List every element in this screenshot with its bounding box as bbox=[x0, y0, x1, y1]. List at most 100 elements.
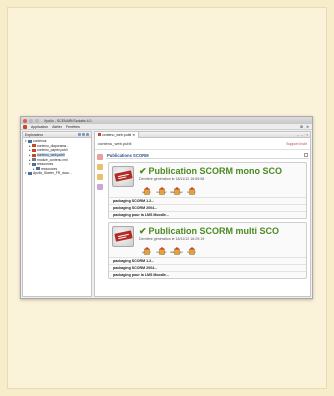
file-header: contenu_web.publi Support Inolir bbox=[95, 138, 310, 150]
editor-panel: contenu_web.publi ✕ ←→ · ▿ contenu_web.p… bbox=[94, 131, 311, 297]
folder-icon bbox=[28, 171, 32, 175]
close-icon[interactable]: ✕ bbox=[306, 125, 309, 129]
folder-icon bbox=[28, 139, 32, 143]
tree-item-label: contenu_diaporama... bbox=[37, 143, 69, 148]
package-label: packaging SCORM 1.2... bbox=[113, 259, 155, 263]
support-link[interactable]: Support Inolir bbox=[286, 142, 307, 146]
action-2[interactable]: télécharger bbox=[170, 182, 183, 195]
package-row[interactable]: packaging pour la LMS Moodle... bbox=[109, 271, 306, 278]
explorer-toolbar bbox=[78, 133, 91, 136]
package-row[interactable]: packaging SCORM 2004... bbox=[109, 264, 306, 271]
maximize-window-icon[interactable] bbox=[35, 118, 39, 123]
action-icon bbox=[188, 242, 195, 255]
folder-icon bbox=[32, 144, 36, 148]
action-1[interactable]: consulter bbox=[156, 182, 167, 195]
package-row[interactable]: packaging SCORM 1.2... bbox=[109, 197, 306, 204]
tree-item-label: Apollo_Starter_FR_docu... bbox=[33, 171, 72, 176]
check-icon: ✔ bbox=[139, 226, 147, 236]
card-title: ✔ Publication SCORM multi SCO bbox=[139, 226, 279, 237]
app-logo-icon bbox=[23, 124, 27, 129]
package-label: packaging SCORM 2004... bbox=[113, 206, 158, 210]
card-title-text: Publication SCORM mono SCO bbox=[148, 166, 283, 176]
publication-file-icon bbox=[98, 133, 101, 136]
tab-contenu-web[interactable]: contenu_web.publi ✕ bbox=[95, 131, 140, 138]
publications-area: Publications SCORM ✔ Publication SCORM mo… bbox=[106, 152, 309, 296]
action-3[interactable]: installer bbox=[186, 182, 197, 195]
settings-tool-icon[interactable] bbox=[96, 184, 103, 190]
action-icon bbox=[158, 182, 165, 195]
left-toolstrip bbox=[96, 152, 103, 296]
publication-tool-icon[interactable] bbox=[96, 154, 103, 160]
collapse-section-icon[interactable] bbox=[304, 153, 308, 157]
tree-item-label: ressources bbox=[41, 166, 58, 171]
menu-fenetres[interactable]: Fenêtres bbox=[66, 125, 80, 129]
minimize-window-icon[interactable] bbox=[29, 118, 33, 123]
publication-card: ✔ Publication SCORM mono SCO Dernière géné… bbox=[108, 162, 307, 219]
tree-item[interactable]: ▾ Apollo_Starter_FR_docu... bbox=[25, 171, 91, 176]
close-window-icon[interactable] bbox=[23, 118, 27, 123]
workbench: Explorateur ▾ contenus ▸ contenu_diaporama.… bbox=[21, 130, 312, 298]
package-label: packaging pour la LMS Moodle... bbox=[113, 273, 169, 277]
card-title-text: Publication SCORM multi SCO bbox=[148, 226, 280, 236]
last-generation: Dernière génération le 18/11/12 16:59:08 bbox=[139, 177, 205, 181]
menu-application[interactable]: Application bbox=[31, 125, 48, 129]
layout-icon[interactable]: ⊞ bbox=[300, 125, 303, 129]
card-header: ✔ Publication SCORM multi SCO Dernière gén… bbox=[109, 223, 306, 257]
explorer-panel: Explorateur ▾ contenus ▸ contenu_diaporama.… bbox=[22, 131, 92, 297]
app-window: Xpollo - SCENARI/Scolatis 4.0 Applicatio… bbox=[20, 116, 313, 299]
tree-item-label: contenu_papier.publi bbox=[37, 148, 68, 153]
tree-item-label: ressources bbox=[37, 162, 54, 167]
tree-item-label: module_contenu.xml bbox=[37, 157, 68, 162]
action-icon bbox=[143, 182, 150, 195]
card-actions: générer consultertéléchargerinstaller bbox=[141, 242, 197, 255]
action-2[interactable]: télécharger bbox=[170, 242, 183, 255]
tree-item-label: contenu_web.publi bbox=[37, 153, 65, 158]
tab-label: contenu_web.publi bbox=[102, 132, 132, 137]
package-label: packaging SCORM 1.2... bbox=[113, 199, 155, 203]
tab-close-icon[interactable]: ✕ bbox=[132, 133, 135, 137]
editor-content: Publications SCORM ✔ Publication SCORM mo… bbox=[95, 151, 310, 296]
scorm-logo bbox=[112, 166, 134, 187]
scorm-logo bbox=[112, 226, 134, 247]
package-row[interactable]: packaging pour la LMS Moodle... bbox=[109, 211, 306, 218]
collapse-icon[interactable] bbox=[82, 133, 85, 136]
card-header: ✔ Publication SCORM mono SCO Dernière géné… bbox=[109, 163, 306, 197]
explorer-tree: ▾ contenus ▸ contenu_diaporama... ▸ contenu_p… bbox=[23, 138, 91, 176]
check-icon: ✔ bbox=[139, 166, 147, 176]
publications-header: Publications SCORM bbox=[106, 152, 309, 159]
explorer-title: Explorateur bbox=[25, 132, 43, 137]
tree-item-label: contenus bbox=[33, 139, 47, 144]
folder-icon bbox=[32, 158, 36, 162]
sync-icon[interactable] bbox=[78, 133, 81, 136]
action-icon bbox=[188, 182, 195, 195]
action-0[interactable]: générer bbox=[141, 242, 152, 255]
package-row[interactable]: packaging SCORM 1.2... bbox=[109, 257, 306, 264]
publication-card: ✔ Publication SCORM multi SCO Dernière gén… bbox=[108, 222, 307, 279]
package-label: packaging SCORM 2004... bbox=[113, 266, 158, 270]
menu-right-tools: ⊞ ✕ bbox=[300, 125, 312, 129]
card-actions: générer consultertéléchargerinstaller bbox=[141, 182, 197, 195]
window-title: Xpollo - SCENARI/Scolatis 4.0 bbox=[44, 118, 92, 123]
document-tool-icon[interactable] bbox=[96, 174, 103, 180]
folder-icon bbox=[32, 162, 36, 166]
folder-icon bbox=[32, 153, 36, 157]
action-icon bbox=[173, 242, 180, 255]
publications-title: Publications SCORM bbox=[107, 152, 149, 158]
package-label: packaging pour la LMS Moodle... bbox=[113, 213, 169, 217]
action-1[interactable]: consulter bbox=[156, 242, 167, 255]
menu-atelier[interactable]: Atelier bbox=[52, 125, 62, 129]
history-nav[interactable]: ←→ · ▿ bbox=[297, 133, 310, 137]
properties-tool-icon[interactable] bbox=[96, 164, 103, 170]
action-icon bbox=[173, 182, 180, 195]
publication-cards: ✔ Publication SCORM mono SCO Dernière géné… bbox=[106, 162, 309, 279]
folder-icon bbox=[36, 167, 40, 171]
filter-icon[interactable] bbox=[86, 133, 89, 136]
action-icon bbox=[158, 242, 165, 255]
package-row[interactable]: packaging SCORM 2004... bbox=[109, 204, 306, 211]
action-3[interactable]: installer bbox=[186, 242, 197, 255]
last-generation: Dernière génération le 18/11/12 16:29:19 bbox=[139, 237, 205, 241]
action-0[interactable]: générer bbox=[141, 182, 152, 195]
card-title: ✔ Publication SCORM mono SCO bbox=[139, 166, 282, 177]
action-icon bbox=[143, 242, 150, 255]
file-name: contenu_web.publi bbox=[98, 141, 132, 146]
